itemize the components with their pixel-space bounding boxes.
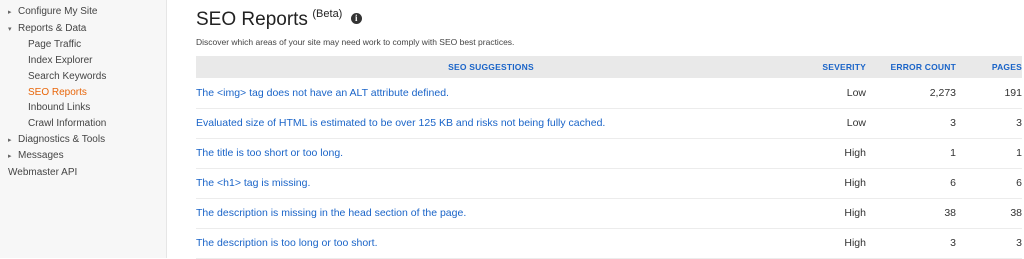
table-row: The description is missing in the head s… — [196, 198, 1022, 228]
sidebar-item-label: Page Traffic — [28, 39, 82, 51]
chevron-right-icon: ▸ — [8, 9, 12, 16]
sidebar-item-label: Inbound Links — [28, 102, 91, 114]
severity-cell: Low — [846, 117, 866, 129]
chevron-right-icon: ▸ — [8, 153, 12, 161]
sidebar-item-label: Crawl Information — [28, 117, 107, 129]
pages-cell: 38 — [1010, 207, 1022, 219]
pages-cell: 1 — [1016, 147, 1022, 159]
table-row: The title is too short or too long. High… — [196, 138, 1022, 168]
suggestion-link[interactable]: The <img> tag does not have an ALT attri… — [196, 87, 449, 99]
sidebar-item-label: Messages — [18, 150, 64, 162]
sidebar-item-label: Webmaster API — [8, 167, 78, 179]
sidebar-item-reports-data[interactable]: ▾ Reports & Data — [0, 21, 166, 38]
pages-cell: 6 — [1016, 177, 1022, 189]
info-icon[interactable]: i — [350, 13, 362, 25]
chevron-right-icon: ▸ — [8, 136, 12, 144]
pages-cell: 3 — [1016, 117, 1022, 129]
sidebar-item-configure-my-site[interactable]: ▸ Configure My Site — [0, 4, 166, 21]
suggestion-link[interactable]: The description is missing in the head s… — [196, 207, 466, 219]
suggestion-link[interactable]: Evaluated size of HTML is estimated to b… — [196, 117, 605, 129]
pages-cell: 191 — [1004, 86, 1022, 99]
suggestion-link[interactable]: The <h1> tag is missing. — [196, 177, 310, 189]
table-header-row: SEO SUGGESTIONS SEVERITY ERROR COUNT PAG… — [196, 56, 1022, 78]
sidebar-item-search-keywords[interactable]: Search Keywords — [0, 69, 166, 85]
column-header-pages[interactable]: PAGES — [956, 56, 1022, 78]
seo-suggestions-table: SEO SUGGESTIONS SEVERITY ERROR COUNT PAG… — [196, 56, 1022, 259]
sidebar-item-label: Diagnostics & Tools — [18, 133, 106, 145]
pages-cell: 3 — [1016, 237, 1022, 249]
title-row: SEO Reports (Beta) i — [196, 7, 362, 33]
suggestion-link[interactable]: The title is too short or too long. — [196, 147, 343, 159]
sidebar-item-webmaster-api[interactable]: Webmaster API — [0, 165, 166, 181]
sidebar-item-seo-reports[interactable]: SEO Reports — [0, 85, 166, 101]
error-count-cell: 38 — [944, 207, 956, 219]
error-count-cell: 3 — [950, 237, 956, 249]
beta-label: (Beta) — [312, 7, 343, 20]
severity-cell: Low — [846, 86, 866, 99]
sidebar-item-index-explorer[interactable]: Index Explorer — [0, 53, 166, 69]
sidebar: ▸ Configure My Site ▾ Reports & Data Page … — [0, 0, 167, 258]
severity-cell: High — [844, 237, 866, 249]
chevron-down-icon: ▾ — [8, 25, 12, 33]
table-row: The <img> tag does not have an ALT attri… — [196, 78, 1022, 108]
column-header-seo-suggestions[interactable]: SEO SUGGESTIONS — [196, 56, 786, 78]
column-header-severity[interactable]: SEVERITY — [786, 56, 866, 78]
severity-cell: High — [844, 177, 866, 189]
page-subtitle: Discover which areas of your site may ne… — [196, 37, 515, 47]
sidebar-item-label: Index Explorer — [28, 55, 93, 67]
sidebar-item-label: Configure My Site — [18, 6, 98, 17]
table-row: Evaluated size of HTML is estimated to b… — [196, 108, 1022, 138]
error-count-cell: 1 — [950, 147, 956, 159]
sidebar-item-label: SEO Reports — [28, 86, 87, 98]
sidebar-item-page-traffic[interactable]: Page Traffic — [0, 37, 166, 53]
sidebar-item-diagnostics-tools[interactable]: ▸ Diagnostics & Tools — [0, 132, 166, 149]
sidebar-item-messages[interactable]: ▸ Messages — [0, 148, 166, 165]
table-row: The description is too long or too short… — [196, 228, 1022, 258]
sidebar-item-inbound-links[interactable]: Inbound Links — [0, 100, 166, 116]
suggestion-link[interactable]: The description is too long or too short… — [196, 237, 378, 249]
sidebar-item-crawl-information[interactable]: Crawl Information — [0, 116, 166, 132]
error-count-cell: 6 — [950, 177, 956, 189]
page-title: SEO Reports — [196, 9, 308, 30]
sidebar-nav: ▸ Configure My Site ▾ Reports & Data Page … — [0, 0, 166, 181]
sidebar-item-label: Reports & Data — [18, 22, 87, 34]
error-count-cell: 2,273 — [929, 86, 956, 99]
column-header-error-count[interactable]: ERROR COUNT — [866, 56, 956, 78]
sidebar-item-label: Search Keywords — [28, 70, 107, 82]
table-row: The <h1> tag is missing. High 6 6 — [196, 168, 1022, 198]
severity-cell: High — [844, 207, 866, 219]
severity-cell: High — [844, 147, 866, 159]
error-count-cell: 3 — [950, 117, 956, 129]
